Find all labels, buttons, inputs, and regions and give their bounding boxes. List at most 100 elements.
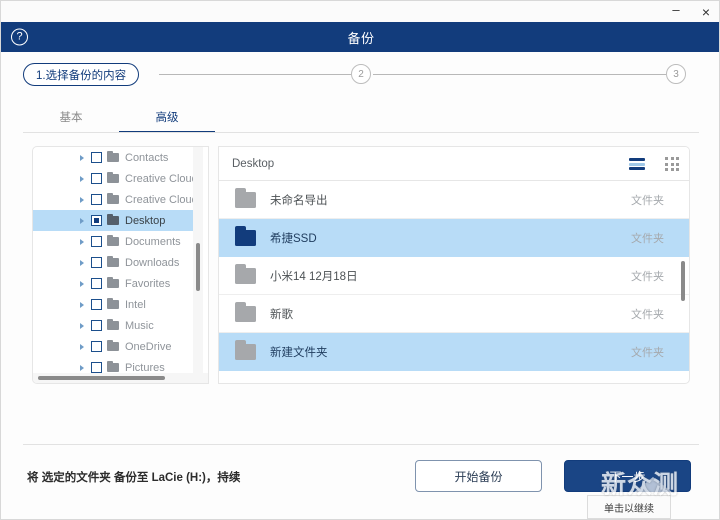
chevron-right-icon[interactable]: [80, 217, 84, 224]
help-icon[interactable]: ?: [11, 28, 28, 46]
tree-row[interactable]: Creative Cloud File: [33, 168, 193, 189]
tree-checkbox[interactable]: [91, 215, 102, 226]
file-list-rows: 未命名导出 文件夹 希捷SSD 文件夹 小米14 12月18日 文件夹 新歌 文件夹 新建文件夹…: [219, 181, 689, 371]
tree-row[interactable]: Downloads: [33, 252, 193, 273]
file-type: 文件夹: [631, 232, 664, 245]
folder-icon: [235, 225, 256, 246]
next-step-button[interactable]: 下一步: [564, 460, 691, 492]
file-name: 新建文件夹: [270, 346, 328, 359]
tree-horizontal-scroll-thumb[interactable]: [38, 376, 165, 380]
tree-row-label: Pictures: [125, 361, 165, 374]
browser-panes: Contacts Creative Cloud File Creative Clou…: [32, 146, 690, 384]
folder-icon: [107, 297, 119, 309]
tree-row-label: Documents: [125, 235, 181, 248]
chevron-right-icon[interactable]: [80, 364, 84, 371]
chevron-right-icon[interactable]: [80, 322, 84, 329]
start-backup-button[interactable]: 开始备份: [415, 460, 542, 492]
stepper-connector-1: [159, 74, 351, 75]
file-name: 希捷SSD: [270, 232, 317, 245]
chevron-right-icon[interactable]: [80, 343, 84, 350]
file-list-row[interactable]: 希捷SSD 文件夹: [219, 219, 689, 257]
backup-summary-text: 将 选定的文件夹 备份至 LaCie (H:)，持续: [27, 472, 241, 484]
folder-icon: [107, 234, 119, 246]
tree-row[interactable]: Creative Cloud File: [33, 189, 193, 210]
folder-icon: [107, 318, 119, 330]
tab-2[interactable]: 高级: [119, 109, 215, 133]
tree-row-label: Contacts: [125, 151, 169, 164]
close-button[interactable]: ×: [691, 1, 719, 22]
tree-checkbox[interactable]: [91, 236, 102, 247]
file-name: 未命名导出: [270, 194, 328, 207]
file-list-header: Desktop: [219, 147, 689, 181]
tab-label: 基本: [59, 112, 83, 124]
tree-row-label: Downloads: [125, 256, 180, 269]
tree-checkbox[interactable]: [91, 152, 102, 163]
chevron-right-icon[interactable]: [80, 280, 84, 287]
file-list-row[interactable]: 新建文件夹 文件夹: [219, 333, 689, 371]
tree-row[interactable]: Contacts: [33, 147, 193, 168]
tab-1[interactable]: 基本: [23, 109, 119, 133]
grid-view-icon[interactable]: [665, 157, 679, 171]
folder-icon: [107, 150, 119, 162]
chevron-right-icon[interactable]: [80, 175, 84, 182]
chevron-right-icon[interactable]: [80, 154, 84, 161]
tree-row[interactable]: Desktop: [33, 210, 193, 231]
file-type: 文件夹: [631, 346, 664, 359]
list-view-icon[interactable]: [629, 158, 645, 170]
step-2-circle[interactable]: 2: [351, 64, 371, 84]
tree-vertical-scrollbar[interactable]: [193, 147, 203, 373]
tree-checkbox[interactable]: [91, 194, 102, 205]
folder-icon: [107, 339, 119, 351]
tree-checkbox[interactable]: [91, 362, 102, 373]
tab-bar-divider: [23, 132, 699, 133]
list-vertical-scrollbar[interactable]: [678, 181, 688, 383]
step-3-circle[interactable]: 3: [666, 64, 686, 84]
wizard-stepper: 1.选择备份的内容 2 3: [1, 52, 719, 97]
list-vertical-scroll-thumb[interactable]: [681, 261, 685, 301]
file-list-body: 未命名导出 文件夹 希捷SSD 文件夹 小米14 12月18日 文件夹 新歌 文件夹 新建文件夹…: [219, 181, 689, 383]
file-list-pane: Desktop 未命名导出 文件夹 希捷SSD 文件夹 小米14 12月18日 文件夹 新歌…: [218, 146, 690, 384]
tree-row[interactable]: Music: [33, 315, 193, 336]
tree-row-label: OneDrive: [125, 340, 172, 353]
file-list-row[interactable]: 未命名导出 文件夹: [219, 181, 689, 219]
tree-row[interactable]: OneDrive: [33, 336, 193, 357]
step-1-pill[interactable]: 1.选择备份的内容: [23, 63, 140, 86]
stepper-connector-2: [373, 74, 666, 75]
folder-icon: [107, 255, 119, 267]
chevron-right-icon[interactable]: [80, 196, 84, 203]
tree-checkbox[interactable]: [91, 278, 102, 289]
current-path-label: Desktop: [232, 157, 275, 170]
tree-checkbox[interactable]: [91, 257, 102, 268]
tree-row-label: Creative Cloud File: [125, 172, 193, 185]
tree-vertical-scroll-thumb[interactable]: [196, 243, 200, 291]
chevron-right-icon[interactable]: [80, 259, 84, 266]
tree-checkbox[interactable]: [91, 173, 102, 184]
title-bar: – ×: [1, 1, 719, 22]
tree-row[interactable]: Pictures: [33, 357, 193, 373]
chevron-right-icon[interactable]: [80, 301, 84, 308]
app-header: ? 备份: [1, 22, 719, 52]
next-step-tooltip: 单击以继续: [587, 495, 671, 519]
folder-tree-pane: Contacts Creative Cloud File Creative Clou…: [32, 146, 209, 384]
file-type: 文件夹: [631, 194, 664, 207]
tree-horizontal-scrollbar[interactable]: [33, 373, 208, 383]
tree-checkbox[interactable]: [91, 299, 102, 310]
tree-row-label: Favorites: [125, 277, 171, 290]
folder-icon: [235, 263, 256, 284]
tree-row[interactable]: Documents: [33, 231, 193, 252]
folder-icon: [235, 301, 256, 322]
tree-row[interactable]: Intel: [33, 294, 193, 315]
file-list-row[interactable]: 新歌 文件夹: [219, 295, 689, 333]
tree-row-label: Creative Cloud File: [125, 193, 193, 206]
footer-divider: [23, 444, 699, 445]
tree-checkbox[interactable]: [91, 341, 102, 352]
backup-wizard-window: – × ? 备份 1.选择备份的内容 2 3 基本 高级 Contacts Crea…: [0, 0, 720, 520]
tree-row-label: Intel: [125, 298, 146, 311]
tree-checkbox[interactable]: [91, 320, 102, 331]
file-list-row[interactable]: 小米14 12月18日 文件夹: [219, 257, 689, 295]
chevron-right-icon[interactable]: [80, 238, 84, 245]
folder-tree-list[interactable]: Contacts Creative Cloud File Creative Clou…: [33, 147, 193, 373]
folder-icon: [107, 360, 119, 372]
tree-row[interactable]: Favorites: [33, 273, 193, 294]
minimize-button[interactable]: –: [661, 1, 691, 22]
